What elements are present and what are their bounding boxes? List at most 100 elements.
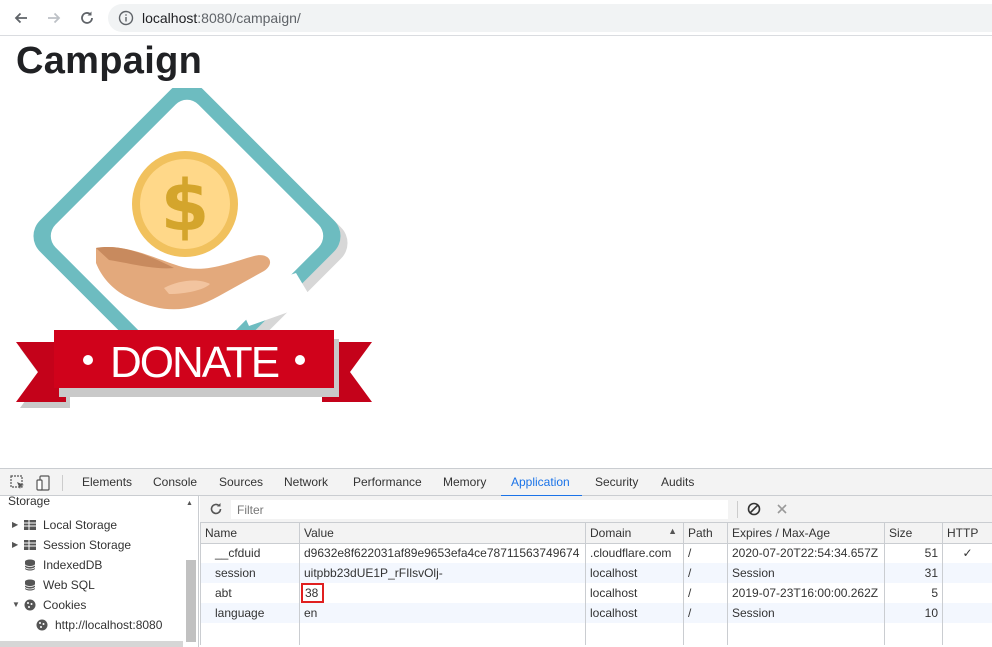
scrollbar-thumb[interactable] <box>186 560 196 642</box>
cell-name: abt <box>201 583 300 603</box>
clear-all-icon[interactable] <box>747 502 761 516</box>
cookies-panel: Name Value Domain ▲ Path Expires / Max-Ag… <box>200 496 992 647</box>
tab-elements[interactable]: Elements <box>80 469 134 496</box>
cookie-icon <box>36 619 48 631</box>
donate-illustration: $ DONATE <box>14 88 379 418</box>
expand-arrow-icon[interactable]: ▶ <box>12 515 18 535</box>
dollar-sign: $ <box>161 165 210 247</box>
column-header-expires[interactable]: Expires / Max-Age <box>728 523 885 543</box>
cell-size: 51 <box>885 543 943 563</box>
inspect-element-icon[interactable] <box>9 474 27 492</box>
expand-arrow-icon[interactable]: ▶ <box>12 535 18 555</box>
url-host: localhost <box>142 10 197 26</box>
tab-audits[interactable]: Audits <box>659 469 696 496</box>
url-path: :8080/campaign/ <box>197 10 301 26</box>
cell-http <box>943 583 992 603</box>
devtools-tabbar: Elements Console Sources Network Performance… <box>0 469 992 496</box>
column-header-label: Domain <box>590 526 631 540</box>
cell-value: uitpbb23dUE1P_rFIlsvOlj- <box>300 563 586 583</box>
sidebar-item-indexeddb[interactable]: IndexedDB <box>12 555 182 575</box>
back-button[interactable] <box>9 6 33 30</box>
cell-value: 38 <box>300 583 586 603</box>
tab-sources[interactable]: Sources <box>217 469 265 496</box>
sidebar-item-label: http://localhost:8080 <box>55 615 162 635</box>
table-header-row: Name Value Domain ▲ Path Expires / Max-Ag… <box>201 523 992 543</box>
column-header-name[interactable]: Name <box>201 523 300 543</box>
sidebar-item-label: Local Storage <box>43 515 117 535</box>
tab-console[interactable]: Console <box>151 469 199 496</box>
ribbon-dot-right <box>295 355 305 365</box>
sidebar-item-web-sql[interactable]: Web SQL <box>12 575 182 595</box>
tab-application[interactable]: Application <box>509 469 572 496</box>
table-row-empty <box>201 623 992 645</box>
sidebar-item-local-storage[interactable]: ▶ Local Storage <box>12 515 182 535</box>
address-bar[interactable]: localhost:8080/campaign/ <box>108 4 992 32</box>
cell-value: d9632e8f622031af89e9653efa4ce78711563749… <box>300 543 586 563</box>
cell-domain: localhost <box>586 583 684 603</box>
cell-domain: localhost <box>586 563 684 583</box>
forward-button[interactable] <box>42 6 66 30</box>
cell-empty <box>684 623 728 645</box>
sidebar-item-session-storage[interactable]: ▶ Session Storage <box>12 535 182 555</box>
table-row[interactable]: __cfduid d9632e8f622031af89e9653efa4ce78… <box>201 543 992 563</box>
tab-performance[interactable]: Performance <box>351 469 424 496</box>
column-header-size[interactable]: Size <box>885 523 943 543</box>
table-row[interactable]: abt 38 localhost / 2019-07-23T16:00:00.2… <box>201 583 992 603</box>
cell-empty <box>300 623 586 645</box>
grid-icon <box>24 519 36 531</box>
column-header-http[interactable]: HTTP <box>943 523 992 543</box>
cell-name: session <box>201 563 300 583</box>
cell-expires: 2020-07-20T22:54:34.657Z <box>728 543 885 563</box>
cell-path: / <box>684 583 728 603</box>
forward-arrow-icon <box>46 10 62 26</box>
url-text: localhost:8080/campaign/ <box>142 10 301 26</box>
cell-name: __cfduid <box>201 543 300 563</box>
table-row[interactable]: language en localhost / Session 10 <box>201 603 992 623</box>
cell-expires: 2019-07-23T16:00:00.262Z <box>728 583 885 603</box>
cell-empty <box>586 623 684 645</box>
cookies-table: Name Value Domain ▲ Path Expires / Max-Ag… <box>200 523 992 645</box>
sidebar-item-cookies[interactable]: ▼ Cookies <box>12 595 182 615</box>
sidebar-item-label: Session Storage <box>43 535 131 555</box>
reload-icon <box>79 10 95 26</box>
column-header-domain[interactable]: Domain ▲ <box>586 523 684 543</box>
scroll-up-arrow-icon[interactable]: ▲ <box>186 500 193 507</box>
info-icon[interactable] <box>118 10 134 26</box>
database-icon <box>24 559 36 571</box>
browser-toolbar: localhost:8080/campaign/ <box>0 0 992 36</box>
sort-ascending-icon: ▲ <box>668 526 677 536</box>
cell-path: / <box>684 563 728 583</box>
cell-empty <box>728 623 885 645</box>
cell-name: language <box>201 603 300 623</box>
cell-expires: Session <box>728 563 885 583</box>
tab-security[interactable]: Security <box>593 469 640 496</box>
devtools-panel: Elements Console Sources Network Performance… <box>0 468 992 646</box>
column-header-value[interactable]: Value <box>300 523 586 543</box>
cell-size: 5 <box>885 583 943 603</box>
sidebar-heading-storage: Storage <box>8 496 50 508</box>
cell-http <box>943 603 992 623</box>
sidebar-item-label: Web SQL <box>43 575 95 595</box>
cell-empty <box>943 623 992 645</box>
tab-memory[interactable]: Memory <box>441 469 488 496</box>
device-toolbar-icon[interactable] <box>35 474 53 492</box>
page-title: Campaign <box>16 40 202 83</box>
column-header-path[interactable]: Path <box>684 523 728 543</box>
sidebar-item-localhost-8080[interactable]: http://localhost:8080 <box>34 615 182 635</box>
cell-path: / <box>684 543 728 563</box>
reload-button[interactable] <box>75 6 99 30</box>
cell-value: en <box>300 603 586 623</box>
filter-input[interactable] <box>231 500 728 519</box>
application-sidebar: Storage ▶ Local Storage ▶ Session Storag… <box>0 496 199 647</box>
collapse-arrow-icon[interactable]: ▼ <box>12 595 20 615</box>
toolbar-divider <box>62 475 63 491</box>
cell-size: 31 <box>885 563 943 583</box>
cell-expires: Session <box>728 603 885 623</box>
delete-selected-icon[interactable] <box>776 503 788 515</box>
refresh-icon[interactable] <box>209 502 223 516</box>
tab-network[interactable]: Network <box>282 469 330 496</box>
cookies-toolbar <box>200 496 992 523</box>
database-icon <box>24 579 36 591</box>
highlighted-value: 38 <box>301 583 324 603</box>
table-row[interactable]: session uitpbb23dUE1P_rFIlsvOlj- localho… <box>201 563 992 583</box>
